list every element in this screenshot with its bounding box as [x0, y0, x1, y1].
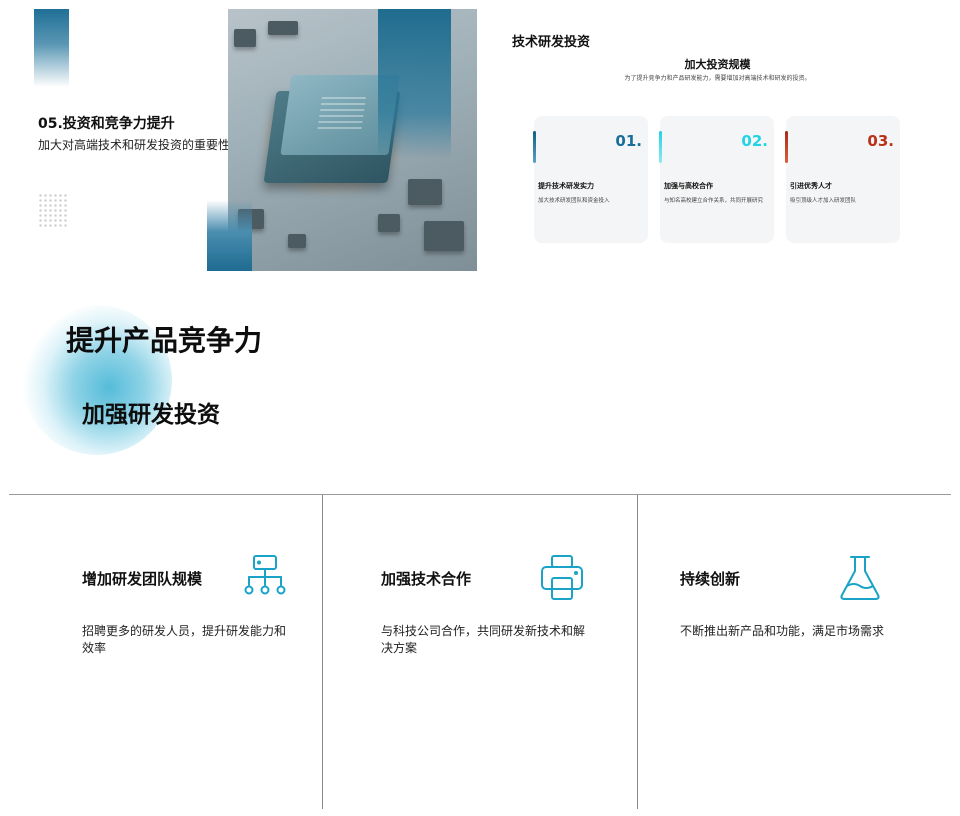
decor-gradient-bottom: [207, 200, 252, 271]
card-text: 与知名高校建立合作关系，共同开展研究: [664, 198, 764, 204]
slide2-description: 为了提升竞争力和产品研发能力，需要增加对高端技术和研发的投资。: [624, 75, 811, 82]
slide3-line1: 提升产品竞争力: [66, 324, 263, 357]
slide-three-columns: 增加研发团队规模 招聘更多的研发人员，提升研发能力和效率 加强技术合作 与科技公…: [9, 494, 951, 809]
card-title: 引进优秀人才: [790, 182, 832, 190]
column-text: 招聘更多的研发人员，提升研发能力和效率: [82, 624, 287, 655]
card-3: 03. 引进优秀人才 吸引顶级人才加入研发团队: [785, 116, 900, 243]
decor-dot-grid: [38, 193, 68, 229]
column-text: 与科技公司合作，共同研发新技术和解决方案: [381, 624, 586, 655]
card-accent-bar: [785, 131, 788, 163]
card-number: 01.: [615, 132, 642, 150]
card-1: 01. 提升技术研发实力 加大技术研发团队和资金投入: [533, 116, 648, 243]
slide-rd-investment: 技术研发投资 加大投资规模 为了提升竞争力和产品研发能力，需要增加对高端技术和研…: [480, 0, 960, 275]
slide-competitiveness: 提升产品竞争力 加强研发投资: [0, 275, 960, 480]
card-number: 02.: [741, 132, 768, 150]
slide3-line2: 加强研发投资: [82, 402, 220, 428]
card-2: 02. 加强与高校合作 与知名高校建立合作关系，共同开展研究: [659, 116, 774, 243]
slide1-subtitle: 加大对高端技术和研发投资的重要性: [38, 138, 231, 152]
slide1-title: 05.投资和竞争力提升: [38, 116, 175, 132]
org-chart-icon: [244, 555, 286, 595]
chip-photo: [228, 9, 477, 271]
slide-investment-competitiveness: 05.投资和竞争力提升 加大对高端技术和研发投资的重要性: [0, 0, 480, 275]
slide2-heading: 技术研发投资: [512, 35, 591, 50]
column-team-size: 增加研发团队规模 招聘更多的研发人员，提升研发能力和效率: [9, 495, 322, 809]
column-innovation: 持续创新 不断推出新产品和功能，满足市场需求: [638, 495, 951, 809]
column-title: 持续创新: [680, 570, 741, 588]
column-text: 不断推出新产品和功能，满足市场需求: [680, 624, 885, 638]
column-tech-cooperation: 加强技术合作 与科技公司合作，共同研发新技术和解决方案: [323, 495, 637, 809]
card-title: 提升技术研发实力: [538, 182, 594, 190]
slide2-title: 加大投资规模: [684, 58, 751, 71]
column-title: 增加研发团队规模: [82, 570, 203, 588]
column-title: 加强技术合作: [381, 570, 472, 588]
card-accent-bar: [659, 131, 662, 163]
card-accent-bar: [533, 131, 536, 163]
decor-band: [378, 9, 451, 159]
card-text: 吸引顶级人才加入研发团队: [790, 198, 857, 204]
flask-icon: [840, 556, 880, 600]
card-text: 加大技术研发团队和资金投入: [538, 198, 610, 204]
printer-icon: [541, 555, 583, 600]
card-title: 加强与高校合作: [664, 182, 713, 190]
card-number: 03.: [867, 132, 894, 150]
decor-gradient-top: [34, 9, 69, 87]
